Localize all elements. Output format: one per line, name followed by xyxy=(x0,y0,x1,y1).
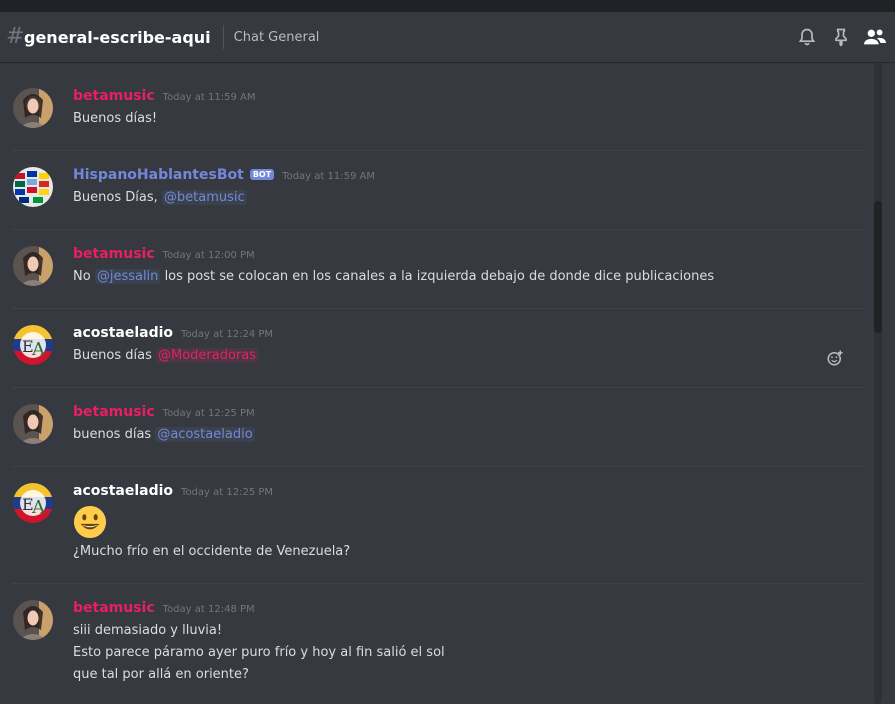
bot-badge: BOT xyxy=(249,169,275,180)
username[interactable]: acostaeladio xyxy=(73,483,173,499)
message-text: ¿Mucho frío en el occidente de Venezuela… xyxy=(73,544,351,559)
timestamp: Today at 12:00 PM xyxy=(162,250,255,261)
message-divider xyxy=(12,308,864,309)
message-divider xyxy=(12,150,864,151)
user-mention[interactable]: @betamusic xyxy=(161,190,247,205)
bell-icon[interactable] xyxy=(795,25,819,49)
message-text-part: Buenos Días, xyxy=(73,190,158,205)
avatar[interactable]: EA xyxy=(13,325,53,365)
user-mention[interactable]: @jessalin xyxy=(94,269,161,284)
timestamp: Today at 12:48 PM xyxy=(162,604,255,615)
channel-header: # general-escribe-aqui Chat General xyxy=(0,12,895,62)
user-mention[interactable]: @acostaeladio xyxy=(155,427,255,442)
username[interactable]: betamusic xyxy=(73,246,155,262)
timestamp: Today at 11:59 AM xyxy=(162,92,256,103)
message-text: Buenos Días, @betamusic xyxy=(73,187,842,209)
message-text: Buenos días @Moderadoras xyxy=(73,345,842,367)
message-text: Esto parece páramo ayer puro frío y hoy … xyxy=(73,645,445,660)
message-text-part: No xyxy=(73,269,91,284)
pin-icon[interactable] xyxy=(829,25,853,49)
message-divider xyxy=(12,387,864,388)
role-mention[interactable]: @Moderadoras xyxy=(156,348,259,363)
message-text: que tal por allá en oriente? xyxy=(73,667,249,682)
message-text-part: buenos días xyxy=(73,427,152,442)
username[interactable]: betamusic xyxy=(73,600,155,616)
timestamp: Today at 12:24 PM xyxy=(181,329,274,340)
members-icon[interactable] xyxy=(863,25,887,49)
avatar[interactable] xyxy=(13,600,53,640)
title-bar xyxy=(0,0,895,12)
username[interactable]: HispanoHablantesBot xyxy=(73,167,244,183)
avatar[interactable] xyxy=(13,404,53,444)
message-text: No @jessalin los post se colocan en los … xyxy=(73,266,842,288)
message-divider xyxy=(12,229,864,230)
avatar[interactable] xyxy=(13,167,53,207)
message-text-part: Buenos días xyxy=(73,348,152,363)
header-toolbar xyxy=(795,25,887,49)
message-divider xyxy=(12,466,864,467)
channel-hash-icon: # xyxy=(6,24,25,49)
message-divider xyxy=(12,583,864,584)
message-list[interactable]: betamusic Today at 11:59 AM Buenos días!… xyxy=(0,62,872,704)
timestamp: Today at 11:59 AM xyxy=(282,171,375,182)
scrollbar-track[interactable] xyxy=(874,62,882,704)
avatar[interactable] xyxy=(13,88,53,128)
message-text: Buenos días! xyxy=(73,111,158,126)
message-text: siii demasiado y lluvia! xyxy=(73,623,223,638)
avatar[interactable] xyxy=(13,246,53,286)
timestamp: Today at 12:25 PM xyxy=(181,487,274,498)
message-text: buenos días @acostaeladio xyxy=(73,424,842,446)
username[interactable]: acostaeladio xyxy=(73,325,173,341)
username[interactable]: betamusic xyxy=(73,404,155,420)
svg-text:A: A xyxy=(31,497,46,518)
scrollbar-thumb[interactable] xyxy=(874,201,882,333)
username[interactable]: betamusic xyxy=(73,88,155,104)
smiley-emoji[interactable] xyxy=(73,505,107,539)
add-reaction-icon[interactable] xyxy=(826,349,844,367)
channel-name: general-escribe-aqui xyxy=(24,27,211,47)
svg-text:A: A xyxy=(31,339,46,360)
message-text-part: los post se colocan en los canales a la … xyxy=(164,269,715,284)
channel-topic[interactable]: Chat General xyxy=(234,30,320,45)
header-divider xyxy=(222,25,224,49)
timestamp: Today at 12:25 PM xyxy=(162,408,255,419)
avatar[interactable]: EA xyxy=(13,483,53,523)
